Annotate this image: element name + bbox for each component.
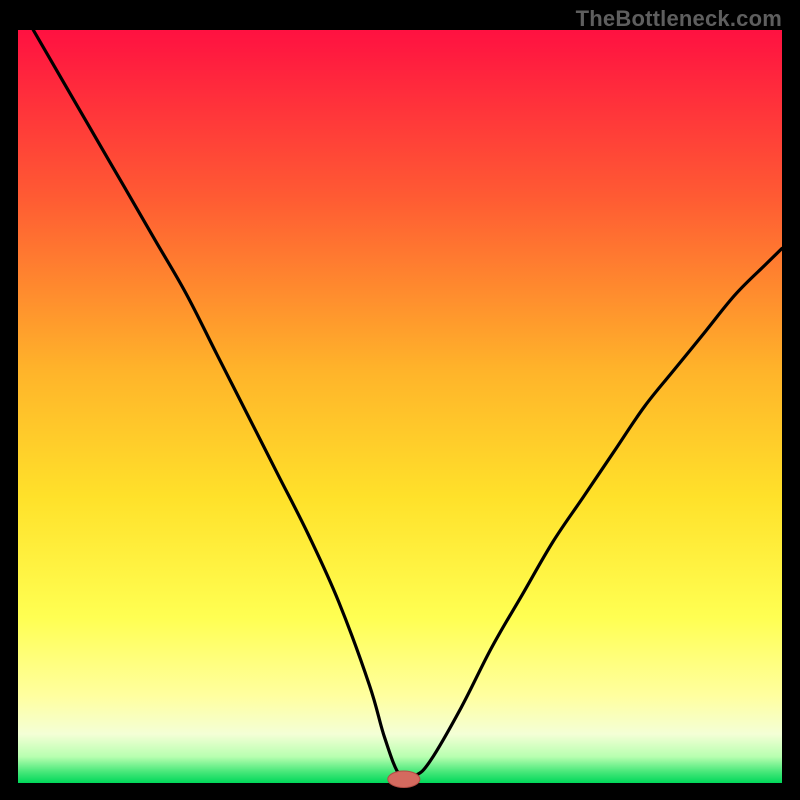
plot-gradient-background [18, 30, 782, 783]
watermark-text: TheBottleneck.com [576, 6, 782, 32]
optimal-point-marker [388, 771, 420, 788]
chart-stage: TheBottleneck.com [0, 0, 800, 800]
bottleneck-chart [0, 0, 800, 800]
